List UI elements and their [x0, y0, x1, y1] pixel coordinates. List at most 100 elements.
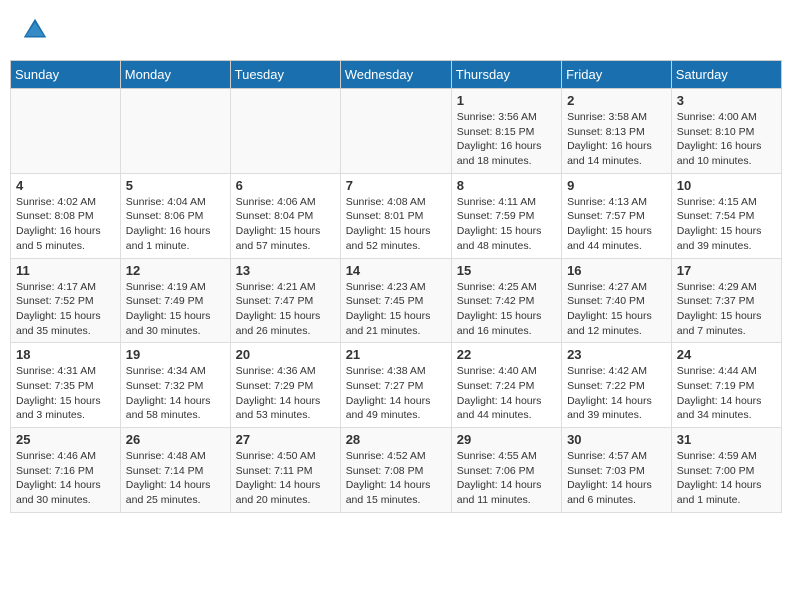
day-number: 1 — [457, 93, 556, 108]
calendar-cell: 28Sunrise: 4:52 AM Sunset: 7:08 PM Dayli… — [340, 428, 451, 513]
calendar-week-row: 4 Sunrise: 4:02 AM Sunset: 8:08 PM Daylig… — [11, 173, 782, 258]
calendar-cell: 27 Sunrise: 4:50 AM Sunset: 7:11 PM Dayli… — [230, 428, 340, 513]
calendar-cell: 31 Sunrise: 4:59 AM Sunset: 7:00 PM Dayli… — [671, 428, 781, 513]
day-header-friday: Friday — [562, 61, 672, 89]
day-info: Sunrise: 4:38 AM Sunset: 7:27 PM Dayligh… — [346, 364, 446, 423]
day-info: Sunrise: 4:59 AM Sunset: 7:00 PM Dayligh… — [677, 449, 776, 508]
day-info: Sunrise: 3:58 AM Sunset: 8:13 PM Dayligh… — [567, 110, 666, 169]
calendar-cell: 23Sunrise: 4:42 AM Sunset: 7:22 PM Dayli… — [562, 343, 672, 428]
day-header-saturday: Saturday — [671, 61, 781, 89]
day-info: Sunrise: 4:29 AM Sunset: 7:37 PM Dayligh… — [677, 280, 776, 339]
day-info: Sunrise: 4:15 AM Sunset: 7:54 PM Dayligh… — [677, 195, 776, 254]
day-info: Sunrise: 4:06 AM Sunset: 8:04 PM Dayligh… — [236, 195, 335, 254]
calendar-table: SundayMondayTuesdayWednesdayThursdayFrid… — [10, 60, 782, 513]
day-number: 27 — [236, 432, 335, 447]
calendar-cell: 5 Sunrise: 4:04 AM Sunset: 8:06 PM Daylig… — [120, 173, 230, 258]
calendar-week-row: 1 Sunrise: 3:56 AM Sunset: 8:15 PM Daylig… — [11, 89, 782, 174]
calendar-cell: 13Sunrise: 4:21 AM Sunset: 7:47 PM Dayli… — [230, 258, 340, 343]
calendar-cell: 26 Sunrise: 4:48 AM Sunset: 7:14 PM Dayli… — [120, 428, 230, 513]
day-info: Sunrise: 4:57 AM Sunset: 7:03 PM Dayligh… — [567, 449, 666, 508]
day-info: Sunrise: 4:08 AM Sunset: 8:01 PM Dayligh… — [346, 195, 446, 254]
day-number: 22 — [457, 347, 556, 362]
calendar-week-row: 18 Sunrise: 4:31 AM Sunset: 7:35 PM Dayli… — [11, 343, 782, 428]
day-number: 14 — [346, 263, 446, 278]
day-info: Sunrise: 4:50 AM Sunset: 7:11 PM Dayligh… — [236, 449, 335, 508]
day-info: Sunrise: 4:25 AM Sunset: 7:42 PM Dayligh… — [457, 280, 556, 339]
day-number: 13 — [236, 263, 335, 278]
day-info: Sunrise: 4:11 AM Sunset: 7:59 PM Dayligh… — [457, 195, 556, 254]
day-info: Sunrise: 4:23 AM Sunset: 7:45 PM Dayligh… — [346, 280, 446, 339]
day-header-sunday: Sunday — [11, 61, 121, 89]
day-number: 7 — [346, 178, 446, 193]
calendar-cell: 24 Sunrise: 4:44 AM Sunset: 7:19 PM Dayli… — [671, 343, 781, 428]
day-number: 28 — [346, 432, 446, 447]
calendar-cell: 22 Sunrise: 4:40 AM Sunset: 7:24 PM Dayli… — [451, 343, 561, 428]
day-info: Sunrise: 4:19 AM Sunset: 7:49 PM Dayligh… — [126, 280, 225, 339]
day-number: 3 — [677, 93, 776, 108]
day-number: 9 — [567, 178, 666, 193]
day-number: 26 — [126, 432, 225, 447]
day-number: 21 — [346, 347, 446, 362]
day-info: Sunrise: 4:13 AM Sunset: 7:57 PM Dayligh… — [567, 195, 666, 254]
calendar-cell: 21 Sunrise: 4:38 AM Sunset: 7:27 PM Dayli… — [340, 343, 451, 428]
day-number: 8 — [457, 178, 556, 193]
day-header-thursday: Thursday — [451, 61, 561, 89]
calendar-week-row: 25 Sunrise: 4:46 AM Sunset: 7:16 PM Dayli… — [11, 428, 782, 513]
day-info: Sunrise: 4:04 AM Sunset: 8:06 PM Dayligh… — [126, 195, 225, 254]
calendar-cell — [11, 89, 121, 174]
day-number: 29 — [457, 432, 556, 447]
calendar-cell: 1 Sunrise: 3:56 AM Sunset: 8:15 PM Daylig… — [451, 89, 561, 174]
day-info: Sunrise: 4:44 AM Sunset: 7:19 PM Dayligh… — [677, 364, 776, 423]
day-header-wednesday: Wednesday — [340, 61, 451, 89]
day-number: 4 — [16, 178, 115, 193]
day-number: 5 — [126, 178, 225, 193]
calendar-cell: 18 Sunrise: 4:31 AM Sunset: 7:35 PM Dayli… — [11, 343, 121, 428]
calendar-cell: 25 Sunrise: 4:46 AM Sunset: 7:16 PM Dayli… — [11, 428, 121, 513]
day-number: 20 — [236, 347, 335, 362]
calendar-cell: 16 Sunrise: 4:27 AM Sunset: 7:40 PM Dayli… — [562, 258, 672, 343]
calendar-cell: 11 Sunrise: 4:17 AM Sunset: 7:52 PM Dayli… — [11, 258, 121, 343]
day-number: 16 — [567, 263, 666, 278]
day-info: Sunrise: 4:17 AM Sunset: 7:52 PM Dayligh… — [16, 280, 115, 339]
day-number: 24 — [677, 347, 776, 362]
calendar-cell: 7 Sunrise: 4:08 AM Sunset: 8:01 PM Daylig… — [340, 173, 451, 258]
day-number: 11 — [16, 263, 115, 278]
day-info: Sunrise: 4:31 AM Sunset: 7:35 PM Dayligh… — [16, 364, 115, 423]
day-number: 2 — [567, 93, 666, 108]
day-info: Sunrise: 4:02 AM Sunset: 8:08 PM Dayligh… — [16, 195, 115, 254]
day-info: Sunrise: 4:27 AM Sunset: 7:40 PM Dayligh… — [567, 280, 666, 339]
day-number: 25 — [16, 432, 115, 447]
calendar-cell: 17 Sunrise: 4:29 AM Sunset: 7:37 PM Dayli… — [671, 258, 781, 343]
day-number: 30 — [567, 432, 666, 447]
day-number: 12 — [126, 263, 225, 278]
calendar-cell — [340, 89, 451, 174]
calendar-cell: 29 Sunrise: 4:55 AM Sunset: 7:06 PM Dayli… — [451, 428, 561, 513]
day-info: Sunrise: 4:46 AM Sunset: 7:16 PM Dayligh… — [16, 449, 115, 508]
day-info: Sunrise: 4:40 AM Sunset: 7:24 PM Dayligh… — [457, 364, 556, 423]
day-number: 17 — [677, 263, 776, 278]
page-header — [10, 10, 782, 50]
calendar-cell: 9 Sunrise: 4:13 AM Sunset: 7:57 PM Daylig… — [562, 173, 672, 258]
calendar-cell: 6 Sunrise: 4:06 AM Sunset: 8:04 PM Daylig… — [230, 173, 340, 258]
day-number: 18 — [16, 347, 115, 362]
calendar-cell: 10Sunrise: 4:15 AM Sunset: 7:54 PM Dayli… — [671, 173, 781, 258]
calendar-cell: 19 Sunrise: 4:34 AM Sunset: 7:32 PM Dayli… — [120, 343, 230, 428]
calendar-cell: 2 Sunrise: 3:58 AM Sunset: 8:13 PM Daylig… — [562, 89, 672, 174]
calendar-cell — [230, 89, 340, 174]
logo — [20, 15, 54, 45]
calendar-cell: 15Sunrise: 4:25 AM Sunset: 7:42 PM Dayli… — [451, 258, 561, 343]
calendar-cell: 12 Sunrise: 4:19 AM Sunset: 7:49 PM Dayli… — [120, 258, 230, 343]
day-number: 19 — [126, 347, 225, 362]
calendar-cell — [120, 89, 230, 174]
day-info: Sunrise: 4:36 AM Sunset: 7:29 PM Dayligh… — [236, 364, 335, 423]
calendar-week-row: 11 Sunrise: 4:17 AM Sunset: 7:52 PM Dayli… — [11, 258, 782, 343]
day-header-tuesday: Tuesday — [230, 61, 340, 89]
day-info: Sunrise: 4:34 AM Sunset: 7:32 PM Dayligh… — [126, 364, 225, 423]
day-number: 31 — [677, 432, 776, 447]
day-info: Sunrise: 4:55 AM Sunset: 7:06 PM Dayligh… — [457, 449, 556, 508]
calendar-cell: 30 Sunrise: 4:57 AM Sunset: 7:03 PM Dayli… — [562, 428, 672, 513]
day-info: Sunrise: 3:56 AM Sunset: 8:15 PM Dayligh… — [457, 110, 556, 169]
day-number: 6 — [236, 178, 335, 193]
day-number: 23 — [567, 347, 666, 362]
day-info: Sunrise: 4:48 AM Sunset: 7:14 PM Dayligh… — [126, 449, 225, 508]
